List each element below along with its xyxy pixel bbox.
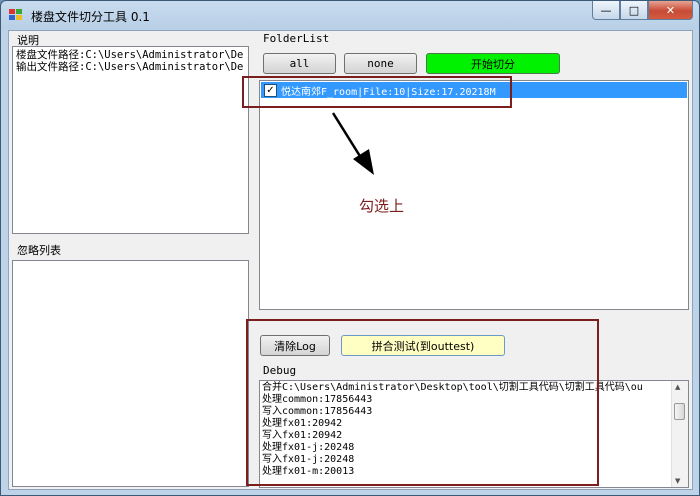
annotation-arrow-icon: [331, 112, 374, 175]
close-button[interactable]: ✕: [648, 1, 693, 20]
select-none-button[interactable]: none: [344, 53, 417, 74]
annotation-log-box: [246, 319, 599, 486]
output-path-line: 输出文件路径:C:\Users\Administrator\De: [16, 61, 244, 73]
app-icon: [9, 9, 22, 20]
description-textbox[interactable]: 楼盘文件路径:C:\Users\Administrator\De 输出文件路径:…: [12, 46, 249, 234]
annotation-text: 勾选上: [359, 197, 405, 215]
maximize-button[interactable]: □: [620, 1, 648, 20]
app-window: 楼盘文件切分工具 0.1 — □ ✕ 说明 楼盘文件路径:C:\Users\Ad…: [0, 0, 700, 496]
close-icon: ✕: [665, 3, 676, 17]
minimize-icon: —: [600, 3, 612, 17]
start-split-button[interactable]: 开始切分: [426, 53, 560, 74]
title-bar: 楼盘文件切分工具 0.1 — □ ✕: [1, 1, 699, 30]
annotation-highlight-box: [242, 76, 512, 108]
folder-list-label: FolderList: [263, 32, 330, 45]
source-path-line: 楼盘文件路径:C:\Users\Administrator\De: [16, 49, 244, 61]
client-area: 说明 楼盘文件路径:C:\Users\Administrator\De 输出文件…: [8, 30, 693, 490]
window-title: 楼盘文件切分工具 0.1: [31, 10, 150, 24]
select-all-button[interactable]: all: [263, 53, 336, 74]
folder-listbox[interactable]: ✓ 悦达南郊F_room|File:10|Size:17.20218M: [259, 80, 689, 310]
maximize-icon: □: [628, 3, 640, 17]
scroll-up-arrow-icon[interactable]: ▲: [675, 383, 680, 391]
log-scrollbar[interactable]: ▲ ▼: [671, 381, 688, 487]
scroll-thumb[interactable]: [674, 403, 685, 420]
minimize-button[interactable]: —: [592, 1, 620, 20]
ignore-list-label: 忽略列表: [17, 244, 61, 257]
scroll-down-arrow-icon[interactable]: ▼: [675, 477, 680, 485]
ignore-list-textbox[interactable]: [12, 260, 249, 487]
